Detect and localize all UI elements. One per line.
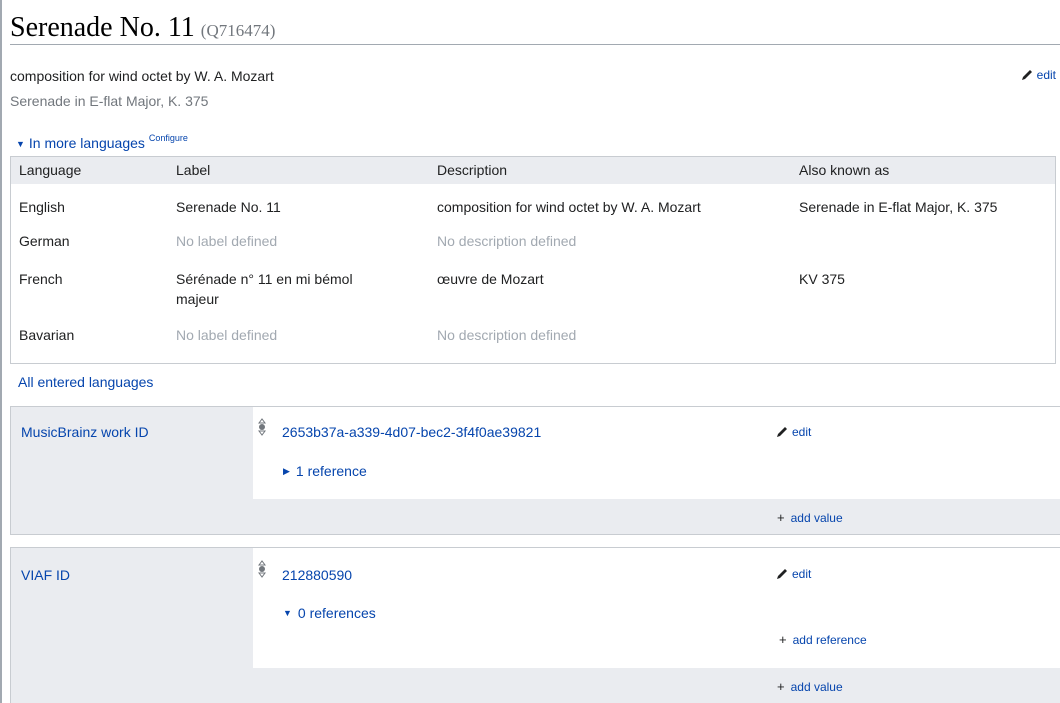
row-label-line: majeur: [176, 291, 219, 307]
row-language: English: [19, 199, 65, 215]
all-languages-link[interactable]: All entered languages: [18, 374, 153, 390]
statement-group-viaf: VIAF ID 212880590 edit ▼ 0 references + …: [10, 547, 1060, 703]
language-table-header: [11, 157, 1055, 184]
statement-body: 212880590 edit ▼ 0 references + add refe…: [253, 548, 1060, 668]
normal-rank-icon[interactable]: [257, 559, 267, 579]
row-label: No label defined: [176, 327, 278, 343]
row-description: œuvre de Mozart: [437, 271, 544, 287]
page-left-border: [0, 0, 2, 703]
add-value-button[interactable]: + add value: [777, 510, 843, 525]
add-value-label: add value: [790, 510, 843, 525]
normal-rank-icon[interactable]: [257, 417, 267, 437]
triangle-right-icon: ▶: [283, 465, 290, 476]
configure-link[interactable]: Configure: [149, 133, 188, 143]
header-description: Description: [437, 162, 508, 178]
language-table: Language Label Description Also known as…: [10, 156, 1056, 364]
header-language: Language: [19, 162, 82, 178]
statement-edit-label: edit: [792, 425, 812, 439]
termbox-edit-label: edit: [1036, 68, 1056, 82]
statement-value-link[interactable]: 2653b37a-a339-4d07-bec2-3f4f0ae39821: [282, 424, 541, 440]
pencil-icon: [777, 569, 787, 579]
add-value-button[interactable]: + add value: [777, 679, 843, 694]
references-toggle[interactable]: ▶ 1 reference: [283, 463, 367, 479]
triangle-down-icon: ▼: [16, 139, 25, 149]
row-description: No description defined: [437, 327, 577, 343]
header-aliases: Also known as: [799, 162, 890, 178]
statement-value-link[interactable]: 212880590: [282, 567, 352, 583]
pencil-icon: [1021, 70, 1032, 80]
row-language: German: [19, 233, 70, 249]
plus-icon: +: [779, 632, 787, 647]
row-description: No description defined: [437, 233, 577, 249]
row-aliases: Serenade in E-flat Major, K. 375: [799, 199, 998, 215]
row-label: Serenade No. 11: [176, 199, 281, 215]
row-label: No label defined: [176, 233, 278, 249]
property-link[interactable]: VIAF ID: [21, 567, 70, 583]
add-value-label: add value: [790, 679, 843, 694]
statement-edit-button[interactable]: edit: [775, 567, 811, 581]
row-label-line: Sérénade n° 11 en mi bémol: [176, 271, 353, 287]
statement-edit-button[interactable]: edit: [775, 425, 811, 439]
plus-icon: +: [777, 679, 785, 694]
more-languages-toggle[interactable]: ▼ In more languages Configure: [16, 133, 188, 151]
item-alias: Serenade in E-flat Major, K. 375: [10, 93, 209, 109]
row-label: Sérénade n° 11 en mi bémol majeur: [176, 269, 353, 309]
more-languages-label: In more languages: [28, 135, 145, 151]
property-link[interactable]: MusicBrainz work ID: [21, 424, 149, 440]
row-language: Bavarian: [19, 327, 75, 343]
termbox-edit-button[interactable]: edit: [1020, 68, 1056, 82]
page-header: Serenade No. 11 (Q716474): [10, 6, 1060, 45]
references-toggle[interactable]: ▼ 0 references: [283, 605, 376, 621]
references-label: 1 reference: [295, 463, 367, 479]
statement-edit-label: edit: [792, 567, 812, 581]
add-reference-label: add reference: [792, 632, 867, 647]
pencil-icon: [777, 427, 787, 437]
row-language: French: [19, 271, 63, 287]
item-description: composition for wind octet by W. A. Moza…: [10, 68, 274, 84]
references-label: 0 references: [297, 605, 376, 621]
statement-body: 2653b37a-a339-4d07-bec2-3f4f0ae39821 edi…: [253, 407, 1060, 499]
triangle-down-icon: ▼: [283, 608, 292, 618]
add-reference-button[interactable]: + add reference: [779, 632, 867, 647]
item-label: Serenade No. 11: [10, 12, 195, 43]
plus-icon: +: [777, 510, 785, 525]
item-qid: (Q716474): [200, 21, 276, 40]
row-aliases: KV 375: [799, 271, 845, 287]
page-title: Serenade No. 11 (Q716474): [10, 12, 275, 44]
row-description: composition for wind octet by W. A. Moza…: [437, 199, 701, 215]
header-label: Label: [176, 162, 211, 178]
statement-group-musicbrainz: MusicBrainz work ID 2653b37a-a339-4d07-b…: [10, 406, 1060, 535]
